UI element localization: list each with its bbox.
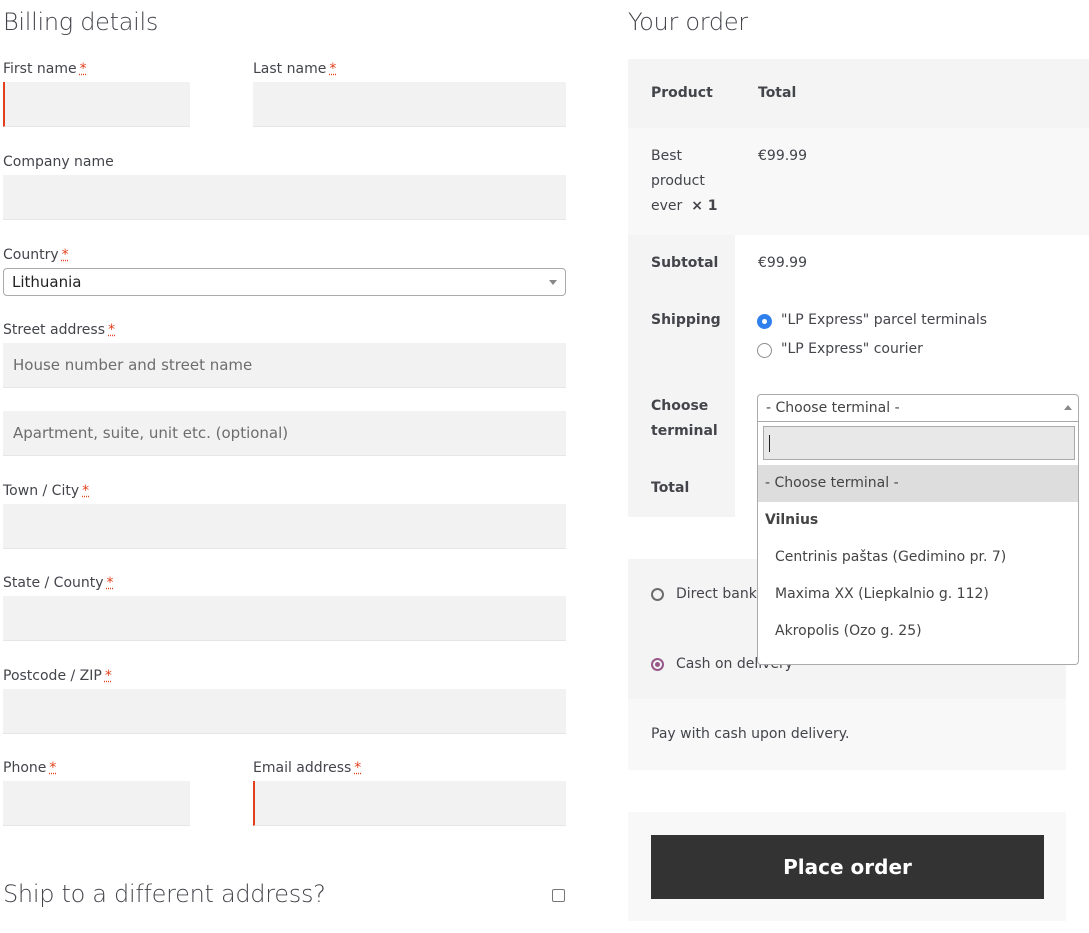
postcode-field[interactable] — [3, 689, 566, 734]
shipping-courier-radio[interactable] — [757, 343, 772, 358]
terminal-option[interactable]: Maxima XX (Liepkalnio g. 112) — [758, 576, 1078, 613]
terminal-option-partial[interactable] — [758, 650, 1078, 664]
chevron-down-icon — [549, 280, 557, 285]
shipping-option-label: "LP Express" courier — [781, 341, 923, 357]
required-mark: * — [108, 322, 115, 338]
billing-title: Billing details — [3, 8, 159, 36]
cod-description: Pay with cash upon delivery. — [651, 726, 850, 742]
total-label: Total — [651, 480, 690, 496]
last-name-field[interactable] — [253, 82, 566, 127]
phone-label: Phone * — [3, 760, 57, 776]
product-quantity: × 1 — [691, 198, 718, 214]
product-name-line: ever × 1 — [651, 198, 718, 214]
terminal-group-label: Vilnius — [765, 512, 819, 528]
street-address-placeholder: House number and street name — [13, 356, 253, 374]
product-price: €99.99 — [758, 148, 807, 164]
city-label: Town / City * — [3, 483, 90, 499]
first-name-field[interactable] — [3, 82, 190, 127]
terminal-option[interactable]: - Choose terminal - — [758, 465, 1078, 502]
required-mark: * — [354, 760, 362, 776]
terminal-option[interactable]: Akropolis (Ozo g. 25) — [758, 613, 1078, 650]
street-address-2-placeholder: Apartment, suite, unit etc. (optional) — [13, 424, 289, 442]
required-mark: * — [104, 668, 112, 684]
col-total: Total — [758, 85, 797, 101]
col-product: Product — [651, 85, 713, 101]
terminal-dropdown: - Choose terminal - Vilnius Centrinis pa… — [757, 422, 1079, 665]
subtotal-value: €99.99 — [758, 255, 807, 271]
cod-radio[interactable] — [651, 658, 664, 671]
country-value: Lithuania — [12, 273, 82, 291]
terminal-selected-value: - Choose terminal - — [766, 400, 900, 416]
subtotal-label: Subtotal — [651, 255, 719, 271]
company-label: Company name — [3, 154, 114, 170]
country-select[interactable]: Lithuania — [3, 268, 566, 296]
order-title: Your order — [628, 8, 748, 36]
choose-terminal-label: Choose — [651, 398, 709, 414]
phone-field[interactable] — [3, 781, 190, 826]
required-mark: * — [49, 760, 57, 776]
shipping-label: Shipping — [651, 312, 721, 328]
place-order-button[interactable]: Place order — [651, 835, 1044, 899]
direct-bank-radio[interactable] — [651, 588, 664, 601]
terminal-option[interactable]: Centrinis paštas (Gedimino pr. 7) — [758, 539, 1078, 576]
ship-different-checkbox[interactable] — [552, 889, 565, 902]
required-mark: * — [79, 61, 87, 77]
first-name-label: First name * — [3, 61, 87, 77]
shipping-parcel-radio[interactable] — [757, 314, 772, 329]
last-name-label: Last name * — [253, 61, 337, 77]
choose-terminal-label: terminal — [651, 423, 718, 439]
shipping-option-label: "LP Express" parcel terminals — [781, 312, 988, 328]
state-label: State / County * — [3, 575, 114, 591]
city-field[interactable] — [3, 504, 566, 549]
required-mark: * — [106, 575, 114, 591]
chevron-up-icon — [1064, 405, 1072, 410]
email-label: Email address * — [253, 760, 362, 776]
required-mark: * — [329, 61, 337, 77]
product-name-line: Best — [651, 148, 683, 164]
street-address-field[interactable]: House number and street name — [3, 343, 566, 388]
order-footer-labels — [628, 235, 735, 517]
street-address-2-field[interactable]: Apartment, suite, unit etc. (optional) — [3, 411, 566, 456]
street-label: Street address * — [3, 322, 115, 338]
state-field[interactable] — [3, 596, 566, 641]
postcode-label: Postcode / ZIP * — [3, 668, 112, 684]
ship-different-heading: Ship to a different address? — [3, 880, 326, 908]
text-caret — [769, 435, 770, 452]
required-mark: * — [82, 483, 90, 499]
required-mark: * — [61, 247, 69, 263]
terminal-search-input[interactable] — [763, 426, 1075, 460]
company-field[interactable] — [3, 175, 566, 220]
product-name-line: product — [651, 173, 705, 189]
email-field[interactable] — [253, 781, 566, 826]
country-label: Country * — [3, 247, 69, 263]
terminal-select[interactable]: - Choose terminal - — [757, 394, 1079, 422]
